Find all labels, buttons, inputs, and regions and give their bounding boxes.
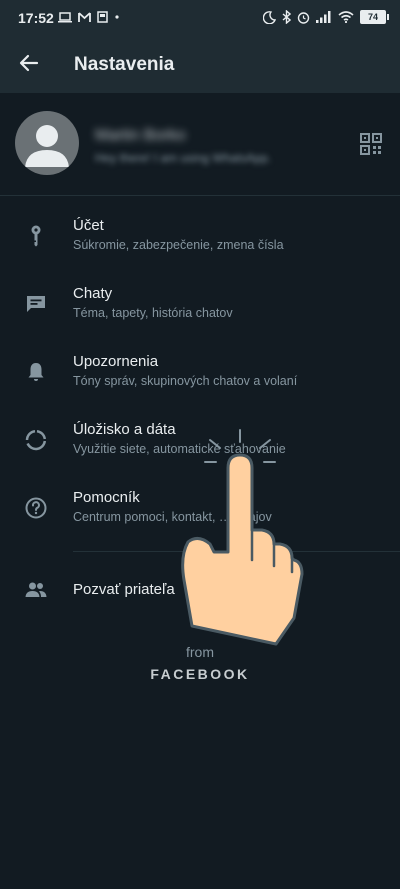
people-icon [25, 582, 47, 597]
invite-friend-label: Pozvať priateľa [73, 581, 175, 598]
avatar[interactable] [15, 111, 79, 175]
settings-item-chats[interactable]: Chaty Téma, tapety, história chatov [0, 274, 400, 340]
bluetooth-icon [282, 10, 291, 24]
help-icon [25, 497, 47, 519]
settings-item-label: Upozornenia [73, 353, 159, 370]
app-bar: Nastavenia [0, 36, 400, 93]
news-icon [97, 11, 108, 23]
settings-item-subtitle: Tóny správ, skupinových chatov a volaní [73, 374, 298, 388]
settings-item-label: Chaty [73, 285, 113, 302]
signal-icon [316, 11, 331, 23]
qr-code-icon[interactable] [360, 133, 382, 155]
profile-status: Hey there! I am using WhatsApp. [95, 151, 272, 165]
tap-hand-icon [181, 429, 304, 646]
dot-icon [115, 15, 119, 19]
settings-item-subtitle: Súkromie, zabezpečenie, zmena čísla [73, 238, 284, 252]
status-notification-icons [58, 11, 120, 23]
chat-icon [27, 296, 45, 312]
profile-row[interactable]: Martin Borko Hey there! I am using Whats… [0, 93, 400, 196]
back-arrow-icon[interactable] [18, 52, 40, 74]
storage-icon [25, 429, 47, 451]
laptop-icon [58, 11, 72, 22]
gmail-icon [78, 11, 91, 22]
settings-item-label: Úložisko a dáta [73, 421, 176, 438]
wifi-icon [338, 11, 354, 23]
status-bar: 17:52 74 [0, 0, 400, 36]
battery-icon: 74 [360, 10, 389, 24]
settings-item-label: Pomocník [73, 489, 140, 506]
footer-brand: FACEBOOK [150, 666, 250, 682]
bell-icon [28, 363, 44, 381]
alarm-icon [297, 11, 310, 24]
status-time: 17:52 [18, 10, 54, 26]
settings-item-label: Účet [73, 217, 104, 234]
moon-icon [263, 10, 276, 24]
key-icon [31, 225, 41, 247]
default-avatar-icon [25, 125, 69, 167]
settings-item-notifications[interactable]: Upozornenia Tóny správ, skupinových chat… [0, 342, 400, 408]
settings-item-account[interactable]: Účet Súkromie, zabezpečenie, zmena čísla [0, 206, 400, 272]
profile-name: Martin Borko [95, 127, 186, 144]
status-system-icons: 74 [263, 10, 389, 24]
settings-item-subtitle: Téma, tapety, história chatov [73, 306, 233, 320]
page-title: Nastavenia [74, 54, 175, 75]
